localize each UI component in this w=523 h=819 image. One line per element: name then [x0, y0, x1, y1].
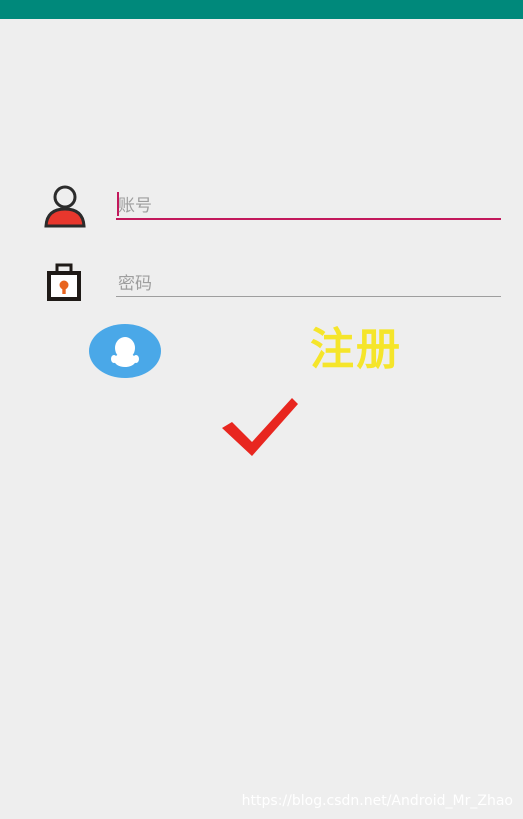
password-row	[0, 258, 523, 308]
watermark: https://blog.csdn.net/Android_Mr_Zhao	[241, 793, 513, 809]
confirm-button[interactable]	[220, 396, 300, 458]
qq-icon	[107, 333, 143, 369]
qq-login-button[interactable]	[89, 324, 161, 378]
account-row	[0, 180, 523, 230]
lock-icon	[46, 263, 82, 301]
register-button[interactable]: 注册	[310, 322, 402, 378]
user-icon	[43, 182, 87, 228]
status-bar	[0, 0, 523, 19]
password-underline	[116, 296, 501, 297]
account-underline	[116, 218, 501, 220]
checkmark-icon	[220, 396, 300, 458]
